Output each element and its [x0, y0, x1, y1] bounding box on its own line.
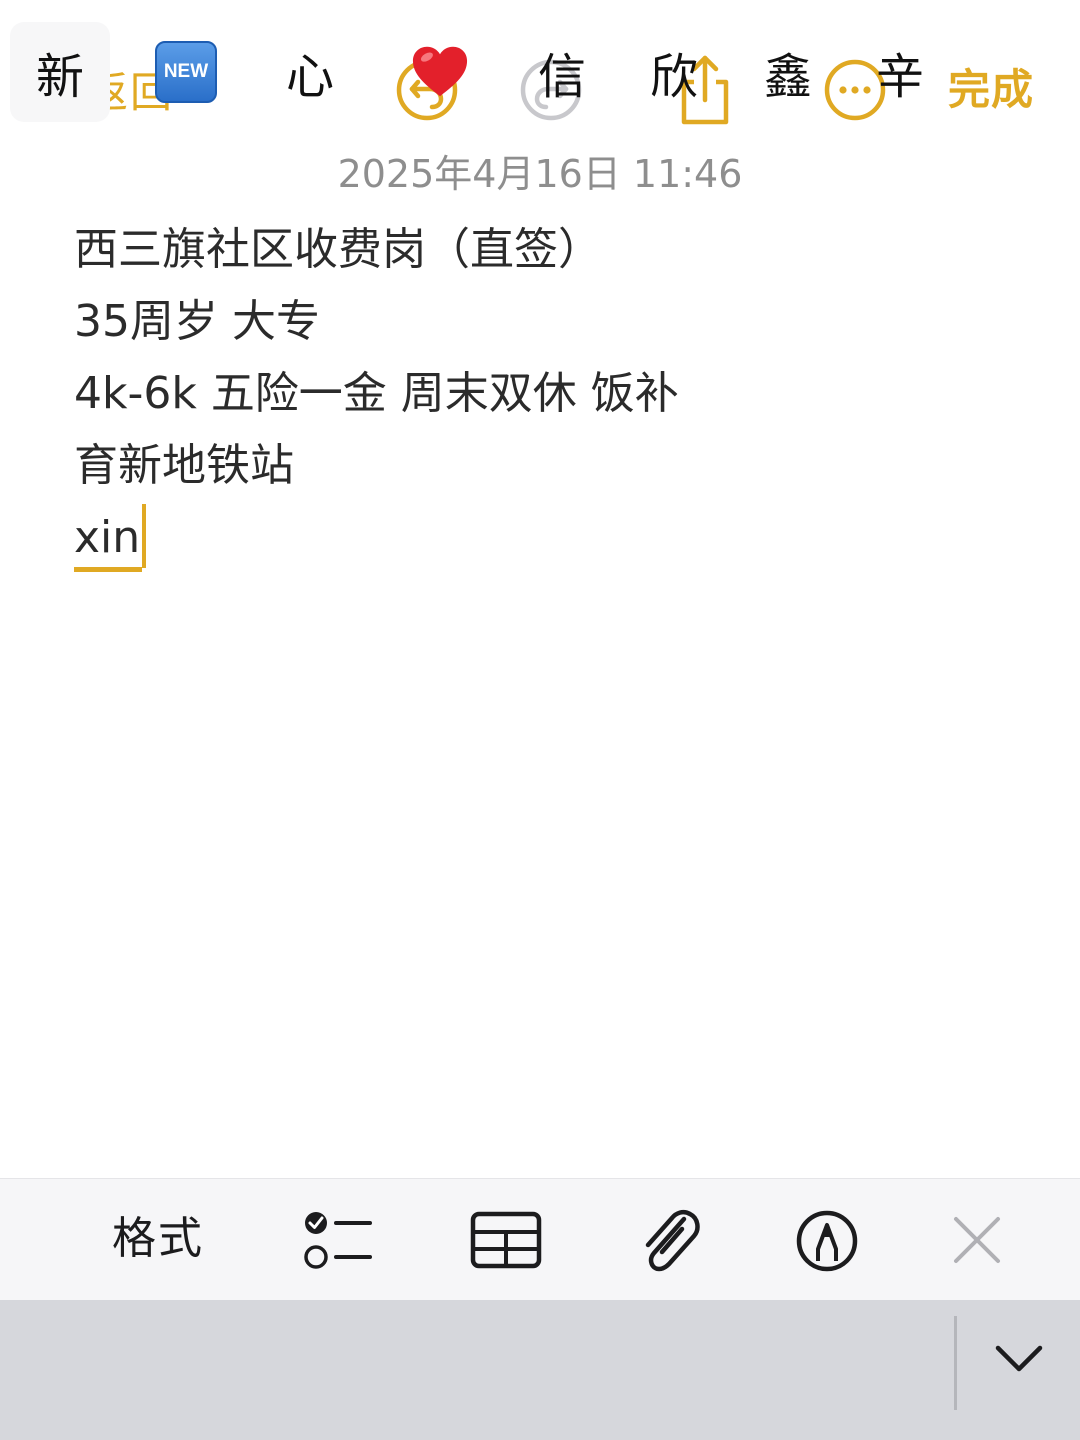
format-button[interactable]: 格式	[112, 1209, 204, 1269]
note-line[interactable]: 35周岁 大专	[74, 290, 1034, 362]
markup-pen-icon	[796, 1210, 858, 1272]
candidate-item[interactable]: 新	[10, 22, 110, 122]
expand-candidates-button[interactable]	[990, 1330, 1048, 1388]
table-button[interactable]	[468, 1201, 544, 1281]
note-line[interactable]: 西三旗社区收费岗（直签）	[74, 218, 1034, 290]
done-button[interactable]: 完成	[948, 62, 1034, 118]
composing-line[interactable]: xin	[74, 504, 1034, 578]
formatting-toolbar: 格式	[0, 1178, 1080, 1301]
chevron-down-icon	[995, 1345, 1043, 1372]
note-line[interactable]: 4k-6k 五险一金 周末双休 饭补	[74, 362, 1034, 434]
candidate-bar	[0, 1300, 1080, 1440]
candidate-item[interactable]: 鑫	[750, 22, 826, 122]
checklist-icon	[304, 1212, 372, 1269]
paperclip-icon	[645, 1209, 700, 1272]
candidate-item-new-emoji[interactable]: NEW	[150, 22, 222, 122]
candidate-divider	[954, 1316, 957, 1410]
notes-editor-screen: 返回 完成 2025年4月16日 11:46 西三旗社区收费岗（直签） 35周岁…	[0, 0, 1080, 1440]
candidate-item[interactable]: 欣	[636, 22, 712, 122]
candidate-item[interactable]: 辛	[862, 22, 938, 122]
composing-text: xin	[74, 509, 143, 572]
red-heart-icon	[412, 46, 468, 97]
note-timestamp: 2025年4月16日 11:46	[337, 152, 743, 196]
close-icon	[954, 1217, 1000, 1263]
text-caret	[142, 504, 147, 568]
close-toolbar-button[interactable]	[950, 1201, 1004, 1281]
new-emoji-icon: NEW	[155, 41, 217, 103]
table-icon	[470, 1211, 542, 1269]
candidate-item[interactable]: 信	[524, 22, 600, 122]
attachment-button[interactable]	[636, 1201, 702, 1281]
checklist-button[interactable]	[300, 1201, 374, 1281]
markup-button[interactable]	[794, 1201, 860, 1281]
note-body[interactable]: 西三旗社区收费岗（直签） 35周岁 大专 4k-6k 五险一金 周末双休 饭补 …	[74, 218, 1034, 578]
candidate-item-heart[interactable]	[400, 22, 480, 122]
note-line[interactable]: 育新地铁站	[74, 434, 1034, 506]
candidate-item[interactable]: 心	[272, 22, 348, 122]
